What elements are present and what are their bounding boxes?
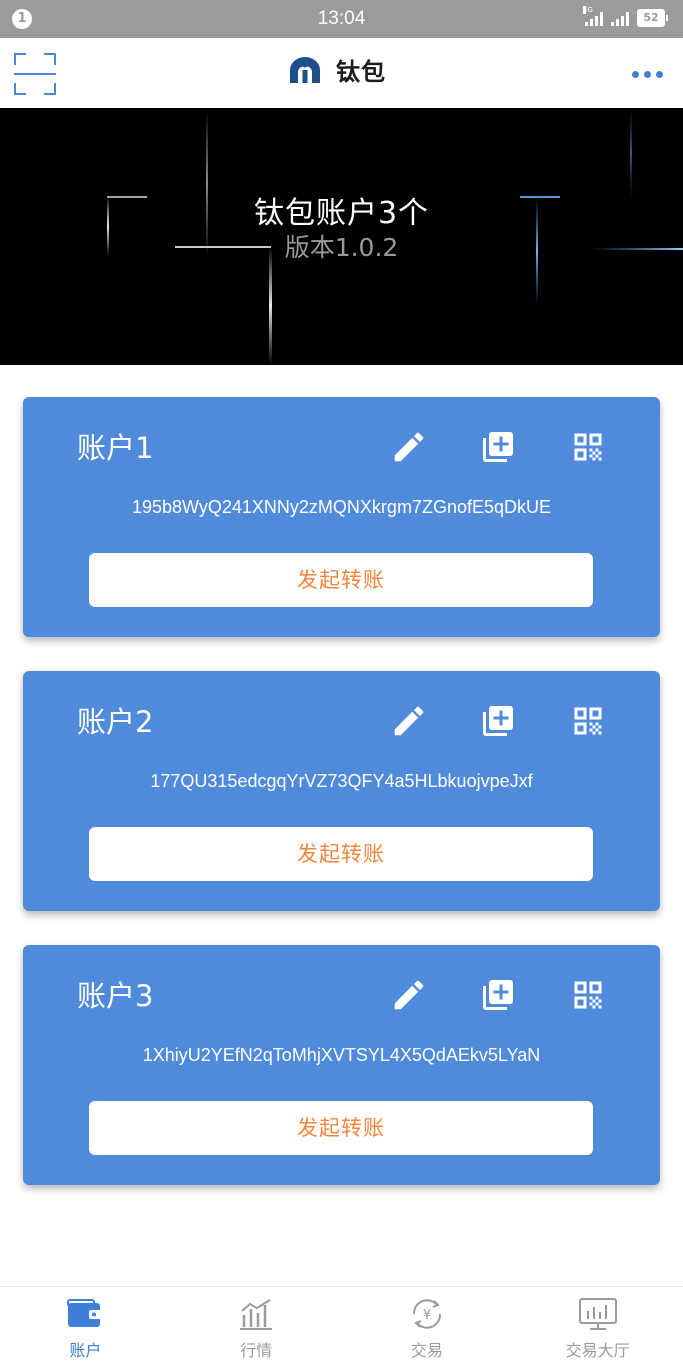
tab-market[interactable]: 行情 <box>171 1287 342 1367</box>
network-type-label: 4G <box>583 6 593 14</box>
chart-icon <box>240 1299 273 1330</box>
page-title: 钛包 <box>336 58 386 86</box>
tab-label: 交易 <box>410 1341 443 1360</box>
status-time: 13:04 <box>317 8 366 29</box>
tab-trade[interactable]: ¥ 交易 <box>342 1287 513 1367</box>
pencil-icon[interactable] <box>389 975 429 1015</box>
account-card: 账户2 177QU315edcgqYrVZ73QFY4a5HLbkuojvpeJ… <box>23 671 660 911</box>
transfer-button[interactable]: 发起转账 <box>89 553 593 607</box>
tab-label: 行情 <box>240 1341 273 1360</box>
banner-title: 钛包账户3个 <box>253 196 430 231</box>
wallet-icon <box>67 1299 102 1327</box>
app-brand: 钛包 <box>288 52 386 87</box>
battery-icon: 52 <box>637 9 668 27</box>
account-name: 账户3 <box>77 979 154 1013</box>
copy-add-icon[interactable] <box>478 975 518 1015</box>
tab-label: 交易大厅 <box>565 1341 630 1360</box>
transfer-button[interactable]: 发起转账 <box>89 1101 593 1155</box>
qr-code-icon[interactable] <box>568 701 608 741</box>
signal-icon <box>611 10 629 26</box>
scan-icon[interactable] <box>14 53 56 95</box>
account-address: 1XhiyU2YEfN2qToMhjXVTSYL4X5QdAEkv5LYaN <box>142 1045 541 1065</box>
monitor-chart-icon <box>578 1298 617 1330</box>
tab-accounts[interactable]: 账户 <box>0 1287 171 1367</box>
account-card: 账户3 1XhiyU2YEfN2qToMhjXVTSYL4X5QdAEkv5LY… <box>23 945 660 1185</box>
account-address: 195b8WyQ241XNNy2zMQNXkrgm7ZGnofE5qDkUE <box>132 497 551 517</box>
pencil-icon[interactable] <box>389 701 429 741</box>
more-dots-icon[interactable] <box>632 71 663 78</box>
status-indicators: 4G 52 <box>583 6 668 27</box>
bottom-nav: 账户 行情 ¥ 交易 交易大厅 <box>0 1286 683 1367</box>
qr-code-icon[interactable] <box>568 975 608 1015</box>
banner-version: 版本1.0.2 <box>284 233 399 262</box>
copy-add-icon[interactable] <box>478 427 518 467</box>
tab-exchange-hall[interactable]: 交易大厅 <box>512 1287 683 1367</box>
svg-text:¥: ¥ <box>423 1308 431 1323</box>
copy-add-icon[interactable] <box>478 701 518 741</box>
signal-4g-icon: 4G <box>583 6 603 26</box>
account-name: 账户1 <box>77 431 154 465</box>
pencil-icon[interactable] <box>389 427 429 467</box>
qr-code-icon[interactable] <box>568 427 608 467</box>
titanium-wallet-logo <box>290 56 320 83</box>
banner: 钛包账户3个 版本1.0.2 <box>0 108 683 365</box>
app-bar: 钛包 <box>0 38 683 108</box>
tab-label: 账户 <box>69 1341 102 1360</box>
account-name: 账户2 <box>77 705 154 739</box>
account-card: 账户1 195b8WyQ241XNNy2zMQNXkrgm7ZGnofE5qDk… <box>23 397 660 637</box>
transfer-button[interactable]: 发起转账 <box>89 827 593 881</box>
account-address: 177QU315edcgqYrVZ73QFY4a5HLbkuojvpeJxf <box>150 771 533 791</box>
status-bar: 1 13:04 4G 52 <box>0 0 683 38</box>
yen-exchange-icon: ¥ <box>412 1299 441 1329</box>
